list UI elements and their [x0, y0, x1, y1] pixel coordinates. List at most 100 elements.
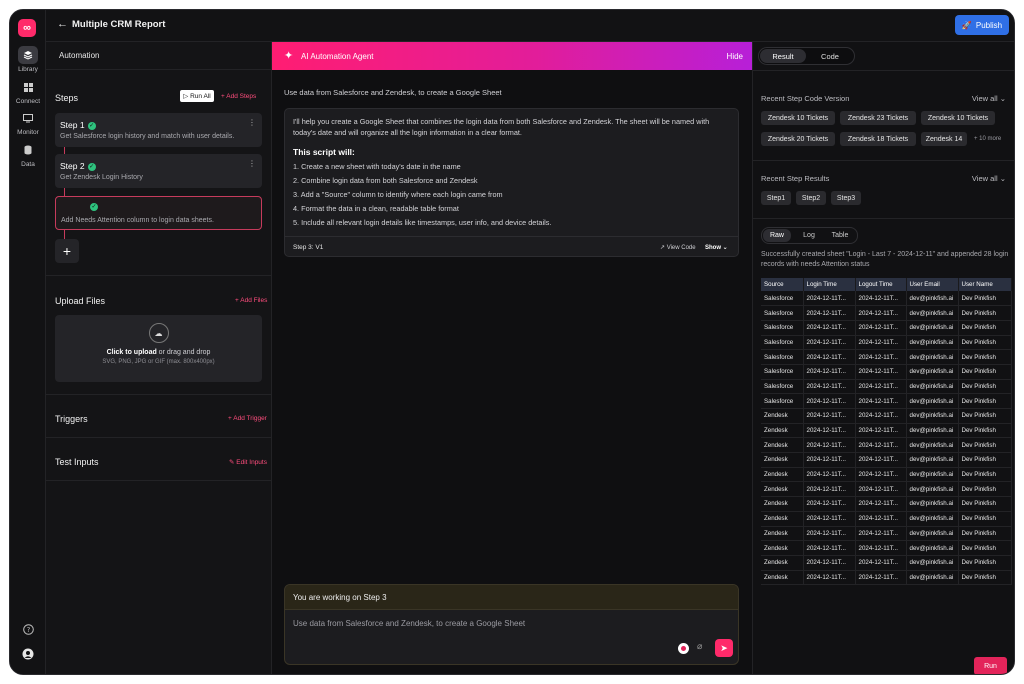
- table-cell: 2024-12-11T...: [803, 408, 856, 424]
- table-cell: Salesforce: [761, 335, 804, 351]
- page-title: Multiple CRM Report: [72, 19, 166, 30]
- agent-title: AI Automation Agent: [301, 52, 374, 61]
- step-connector: [64, 188, 65, 196]
- version-chip[interactable]: Zendesk 14: [921, 132, 967, 146]
- table-cell: dev@pinkfish.ai: [906, 555, 959, 571]
- rail-item-monitor[interactable]: Monitor: [10, 109, 46, 136]
- add-trigger-link[interactable]: + Add Trigger: [228, 415, 267, 422]
- table-cell: 2024-12-11T...: [855, 511, 907, 527]
- result-chip[interactable]: Step3: [831, 191, 861, 205]
- rail-item-data[interactable]: Data: [10, 141, 46, 168]
- run-all-button[interactable]: ▷ Run All: [180, 90, 214, 102]
- table-cell: 2024-12-11T...: [855, 452, 907, 468]
- back-arrow-icon[interactable]: ←: [57, 18, 68, 30]
- table-cell: dev@pinkfish.ai: [906, 540, 959, 556]
- help-icon[interactable]: ?: [10, 624, 46, 635]
- table-row: Salesforce 2024-12-11T... 2024-12-11T... de…: [761, 305, 1012, 321]
- step-description: Get Zendesk Login History: [60, 174, 143, 181]
- tab-result[interactable]: Result: [760, 49, 806, 63]
- rail-item-library[interactable]: Library: [10, 46, 46, 73]
- chevron-down-icon: ⌄: [721, 245, 728, 251]
- table-cell: 2024-12-11T...: [803, 305, 856, 321]
- table-cell: Dev Pinkfish: [958, 437, 1012, 454]
- hide-button[interactable]: Hide: [727, 52, 743, 61]
- version-chip[interactable]: Zendesk 18 Tickets: [840, 132, 916, 146]
- section-divider: [46, 437, 272, 438]
- record-icon[interactable]: [678, 643, 689, 654]
- top-header: ← Multiple CRM Report 🚀 Publish: [46, 10, 1014, 42]
- table-cell: 2024-12-11T...: [855, 481, 907, 498]
- tab-raw[interactable]: Raw: [763, 229, 791, 242]
- version-chip[interactable]: Zendesk 10 Tickets: [921, 111, 995, 125]
- table-cell: Dev Pinkfish: [958, 540, 1012, 556]
- version-chip[interactable]: Zendesk 23 Tickets: [840, 111, 916, 125]
- step-card-1[interactable]: Step 1 ✓ Get Salesforce login history and…: [55, 113, 262, 147]
- tab-table[interactable]: Table: [826, 229, 854, 242]
- result-chip[interactable]: Step2: [796, 191, 826, 205]
- table-cell: Dev Pinkfish: [958, 305, 1012, 321]
- upload-dropzone[interactable]: ☁ Click to upload or drag and drop SVG, …: [55, 315, 262, 382]
- table-cell: dev@pinkfish.ai: [906, 305, 959, 321]
- run-button[interactable]: Run: [974, 657, 1007, 674]
- version-chip[interactable]: Zendesk 10 Tickets: [761, 111, 835, 125]
- rocket-icon: 🚀: [961, 20, 972, 30]
- more-versions-link[interactable]: + 10 more: [974, 136, 1001, 142]
- table-cell: 2024-12-11T...: [855, 291, 907, 307]
- check-icon: ✓: [90, 203, 98, 211]
- column-header: Source: [761, 278, 804, 291]
- edit-inputs-link[interactable]: ✎ Edit Inputs: [229, 458, 267, 466]
- result-code-tabs: Result Code: [758, 47, 855, 65]
- infinity-icon[interactable]: ∞: [18, 19, 36, 37]
- message-input[interactable]: Use data from Salesforce and Zendesk, to…: [293, 619, 525, 628]
- rail-label: Connect: [15, 98, 41, 105]
- more-vertical-icon[interactable]: ⋮: [248, 118, 256, 127]
- publish-button[interactable]: 🚀 Publish: [955, 15, 1009, 35]
- step-card-2[interactable]: Step 2 ✓ Get Zendesk Login History ⋮: [55, 154, 262, 188]
- sparkle-icon: ✦: [284, 50, 294, 62]
- success-message: Successfully created sheet "Login - Last…: [761, 251, 1009, 268]
- table-cell: 2024-12-11T...: [855, 540, 907, 556]
- version-chip[interactable]: Zendesk 20 Tickets: [761, 132, 835, 146]
- more-vertical-icon[interactable]: ⋮: [248, 159, 256, 168]
- add-files-link[interactable]: + Add Files: [235, 297, 267, 304]
- table-cell: Dev Pinkfish: [958, 452, 1012, 468]
- table-cell: 2024-12-11T...: [855, 437, 907, 454]
- user-icon[interactable]: [10, 648, 46, 660]
- table-row: Zendesk 2024-12-11T... 2024-12-11T... dev@p…: [761, 555, 1012, 571]
- result-chip[interactable]: Step1: [761, 191, 791, 205]
- table-cell: dev@pinkfish.ai: [906, 349, 959, 365]
- show-toggle[interactable]: Show ⌄: [705, 244, 728, 251]
- table-row: Zendesk 2024-12-11T... 2024-12-11T... dev@p…: [761, 408, 1012, 424]
- add-steps-link[interactable]: + Add Steps: [221, 93, 256, 100]
- table-row: Zendesk 2024-12-11T... 2024-12-11T... dev@p…: [761, 481, 1012, 498]
- table-cell: 2024-12-11T...: [803, 467, 856, 483]
- column-header: User Email: [906, 278, 959, 291]
- send-button[interactable]: ➤: [715, 639, 733, 657]
- result-panel: Result Code Recent Step Code Version Vie…: [752, 42, 1014, 674]
- view-code-link[interactable]: ↗ View Code: [660, 244, 696, 251]
- monitor-icon: [18, 109, 38, 127]
- table-row: Zendesk 2024-12-11T... 2024-12-11T... dev@p…: [761, 496, 1012, 512]
- table-cell: 2024-12-11T...: [803, 423, 856, 439]
- add-step-button[interactable]: +: [55, 239, 79, 263]
- attachment-icon[interactable]: ⌀: [697, 641, 702, 652]
- table-cell: Zendesk: [761, 511, 804, 527]
- section-divider: [753, 70, 1014, 71]
- table-cell: Zendesk: [761, 423, 804, 439]
- table-cell: Zendesk: [761, 452, 804, 468]
- table-row: Zendesk 2024-12-11T... 2024-12-11T... dev@p…: [761, 423, 1012, 439]
- view-all-versions-link[interactable]: View all ⌄: [972, 94, 1006, 103]
- table-cell: dev@pinkfish.ai: [906, 481, 959, 498]
- script-item: 1. Create a new sheet with today's date …: [293, 162, 461, 171]
- tab-code[interactable]: Code: [807, 49, 853, 63]
- rail-item-connect[interactable]: Connect: [10, 78, 46, 105]
- tab-log[interactable]: Log: [795, 229, 823, 242]
- table-cell: 2024-12-11T...: [803, 379, 856, 395]
- table-cell: Dev Pinkfish: [958, 555, 1012, 571]
- step-card-3[interactable]: ✓ Add Needs Attention column to login da…: [55, 196, 262, 230]
- view-all-results-link[interactable]: View all ⌄: [972, 174, 1006, 183]
- table-cell: dev@pinkfish.ai: [906, 379, 959, 395]
- table-cell: Dev Pinkfish: [958, 570, 1012, 586]
- upload-text: Click to upload or drag and drop: [106, 349, 211, 356]
- table-cell: 2024-12-11T...: [855, 467, 907, 483]
